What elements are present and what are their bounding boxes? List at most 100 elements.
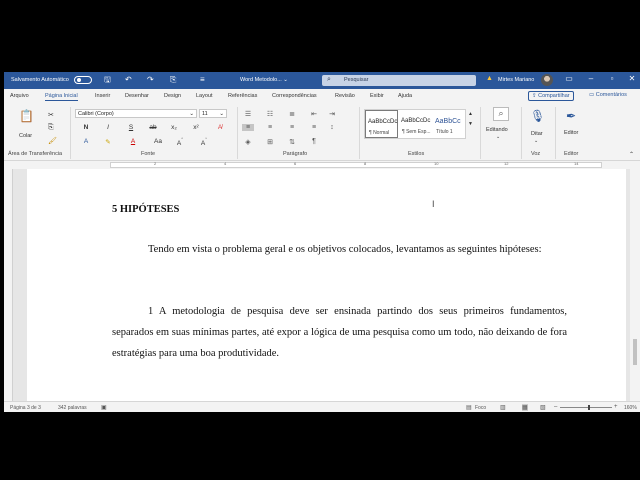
paragraph[interactable]: 1 A metodologia de pesquisa deve ser ens… bbox=[112, 301, 567, 364]
align-center-icon[interactable]: ≡ bbox=[264, 124, 276, 131]
web-layout-icon[interactable]: ▧ bbox=[540, 404, 546, 411]
shading-icon[interactable]: ◈ bbox=[242, 138, 254, 146]
align-justify-icon[interactable]: ≡ bbox=[242, 124, 254, 131]
editor-label[interactable]: Editor bbox=[564, 130, 578, 136]
document-page[interactable]: 5 HIPÓTESES I Tendo em vista o problema … bbox=[27, 169, 626, 401]
undo-icon[interactable]: ↶ bbox=[125, 75, 132, 85]
styles-scroll-down-icon[interactable]: ▼ bbox=[468, 121, 473, 127]
editor-icon[interactable]: ✒ bbox=[566, 109, 576, 123]
customize-icon[interactable]: ≡ bbox=[200, 75, 205, 85]
horizontal-ruler[interactable]: 2 4 6 8 10 12 14 bbox=[4, 161, 640, 169]
paste-label[interactable]: Colar bbox=[19, 133, 32, 139]
tab-design[interactable]: Design bbox=[164, 93, 181, 99]
chevron-down-icon[interactable]: ⌄ bbox=[496, 134, 500, 140]
save-icon[interactable]: 🖫 bbox=[104, 75, 111, 85]
tab-arquivo[interactable]: Arquivo bbox=[10, 93, 29, 99]
redo-icon[interactable]: ↷ bbox=[147, 75, 154, 85]
minimize-icon[interactable]: – bbox=[582, 74, 600, 83]
collapse-ribbon-icon[interactable]: ⌃ bbox=[629, 151, 634, 158]
ruler-bar[interactable] bbox=[110, 162, 602, 168]
tab-referencias[interactable]: Referências bbox=[228, 93, 257, 99]
decrease-indent-icon[interactable]: ⇤ bbox=[308, 110, 320, 118]
italic-button[interactable]: I bbox=[102, 124, 114, 131]
scrollbar-thumb[interactable] bbox=[633, 339, 637, 365]
tab-correspondencias[interactable]: Correspondências bbox=[272, 93, 317, 99]
paragraph[interactable]: Tendo em vista o problema geral e os obj… bbox=[112, 239, 567, 260]
font-color-icon[interactable]: A bbox=[127, 138, 139, 145]
bold-button[interactable]: N bbox=[80, 124, 92, 131]
tab-ajuda[interactable]: Ajuda bbox=[398, 93, 412, 99]
tab-pagina-inicial[interactable]: Página Inicial bbox=[45, 93, 78, 101]
superscript-button[interactable]: x² bbox=[190, 124, 202, 131]
font-name-select[interactable]: Calibri (Corpo) ⌄ bbox=[75, 109, 197, 118]
grow-font-icon[interactable]: Aˆ bbox=[174, 138, 186, 147]
shrink-font-icon[interactable]: Aˇ bbox=[198, 138, 210, 147]
editing-label[interactable]: Editando bbox=[486, 127, 508, 133]
maximize-icon[interactable]: ▫ bbox=[603, 74, 621, 83]
section-heading[interactable]: 5 HIPÓTESES bbox=[112, 204, 179, 215]
avatar[interactable] bbox=[541, 74, 553, 86]
font-size-select[interactable]: 11 ⌄ bbox=[199, 109, 227, 118]
numbering-icon[interactable]: ☷ bbox=[264, 110, 276, 118]
tab-inserir[interactable]: Inserir bbox=[95, 93, 110, 99]
close-icon[interactable]: ✕ bbox=[623, 74, 640, 83]
subscript-button[interactable]: x₂ bbox=[168, 124, 180, 131]
vertical-ruler[interactable] bbox=[4, 169, 13, 401]
page-count[interactable]: Página 3 de 3 bbox=[10, 405, 41, 411]
increase-indent-icon[interactable]: ⇥ bbox=[326, 110, 338, 118]
dictate-label[interactable]: Ditar bbox=[531, 131, 543, 137]
change-case-icon[interactable]: Aa bbox=[152, 138, 164, 145]
search-input[interactable]: ⌕ Pesquisar bbox=[322, 75, 476, 86]
vertical-scrollbar[interactable] bbox=[630, 169, 640, 401]
ribbon: 📋 Colar ✂ ⎘ 🖌 Área de Transferência Cali… bbox=[4, 103, 640, 161]
focus-icon[interactable]: ▤ bbox=[466, 404, 472, 411]
proofing-icon[interactable]: ▣ bbox=[101, 404, 107, 411]
tab-desenhar[interactable]: Desenhar bbox=[125, 93, 149, 99]
read-mode-icon[interactable]: ▥ bbox=[500, 404, 506, 411]
bullets-icon[interactable]: ☰ bbox=[242, 110, 254, 118]
warning-icon[interactable]: ▲ bbox=[486, 75, 493, 82]
highlight-icon[interactable]: ✎ bbox=[102, 138, 114, 146]
microphone-icon[interactable]: 🎙 bbox=[530, 109, 545, 123]
user-name[interactable]: Mirtes Mariano bbox=[498, 77, 534, 83]
paste-icon[interactable]: 📋 bbox=[19, 109, 34, 123]
style-titulo-1[interactable]: AaBbCc Título 1 bbox=[433, 110, 466, 138]
text-effects-icon[interactable]: A bbox=[80, 138, 92, 145]
style-sem-espacamento[interactable]: AaBbCcDc ¶ Sem Esp... bbox=[399, 110, 432, 138]
sort-icon[interactable]: ⇅ bbox=[286, 138, 298, 146]
borders-icon[interactable]: ⊞ bbox=[264, 138, 276, 146]
tab-revisao[interactable]: Revisão bbox=[335, 93, 355, 99]
comments-button[interactable]: ▭ Comentários bbox=[589, 92, 627, 98]
align-right-icon[interactable]: ≡ bbox=[286, 124, 298, 131]
ribbon-display-icon[interactable]: ▭ bbox=[560, 74, 578, 83]
styles-scroll-up-icon[interactable]: ▲ bbox=[468, 111, 473, 117]
format-painter-qa-icon[interactable]: ⎘ bbox=[170, 75, 176, 85]
strikethrough-button[interactable]: ab bbox=[147, 124, 159, 131]
multilevel-list-icon[interactable]: ≣ bbox=[286, 110, 298, 118]
underline-button[interactable]: S bbox=[125, 124, 137, 131]
focus-button[interactable]: Foco bbox=[475, 405, 486, 411]
zoom-out-icon[interactable]: – bbox=[554, 404, 557, 410]
copy-icon[interactable]: ⎘ bbox=[48, 124, 54, 132]
word-count[interactable]: 342 palavras bbox=[58, 405, 87, 411]
print-layout-icon[interactable]: ▦ bbox=[522, 404, 528, 411]
document-title[interactable]: Word Metodolo... ⌄ bbox=[240, 77, 288, 83]
line-spacing-icon[interactable]: ↕ bbox=[326, 124, 338, 131]
share-button[interactable]: ⇪ Compartilhar bbox=[528, 91, 574, 101]
zoom-slider-knob[interactable] bbox=[588, 405, 590, 410]
cut-icon[interactable]: ✂ bbox=[48, 111, 54, 119]
pilcrow-icon[interactable]: ¶ bbox=[308, 138, 320, 145]
autosave-toggle[interactable] bbox=[74, 76, 92, 84]
tab-layout[interactable]: Layout bbox=[196, 93, 213, 99]
clear-format-icon[interactable]: A̸ bbox=[214, 124, 226, 131]
find-icon[interactable]: ⌕ bbox=[493, 107, 509, 121]
tab-exibir[interactable]: Exibir bbox=[370, 93, 384, 99]
style-normal[interactable]: AaBbCcDc ¶ Normal bbox=[365, 110, 398, 138]
zoom-slider[interactable] bbox=[560, 405, 612, 410]
zoom-level[interactable]: 160% bbox=[624, 405, 637, 411]
ruler-mark: 2 bbox=[154, 161, 157, 166]
zoom-in-icon[interactable]: + bbox=[614, 404, 618, 410]
align-left-icon[interactable]: ≡ bbox=[308, 124, 320, 131]
format-painter-icon[interactable]: 🖌 bbox=[48, 137, 57, 145]
chevron-down-icon[interactable]: ⌄ bbox=[534, 138, 538, 144]
